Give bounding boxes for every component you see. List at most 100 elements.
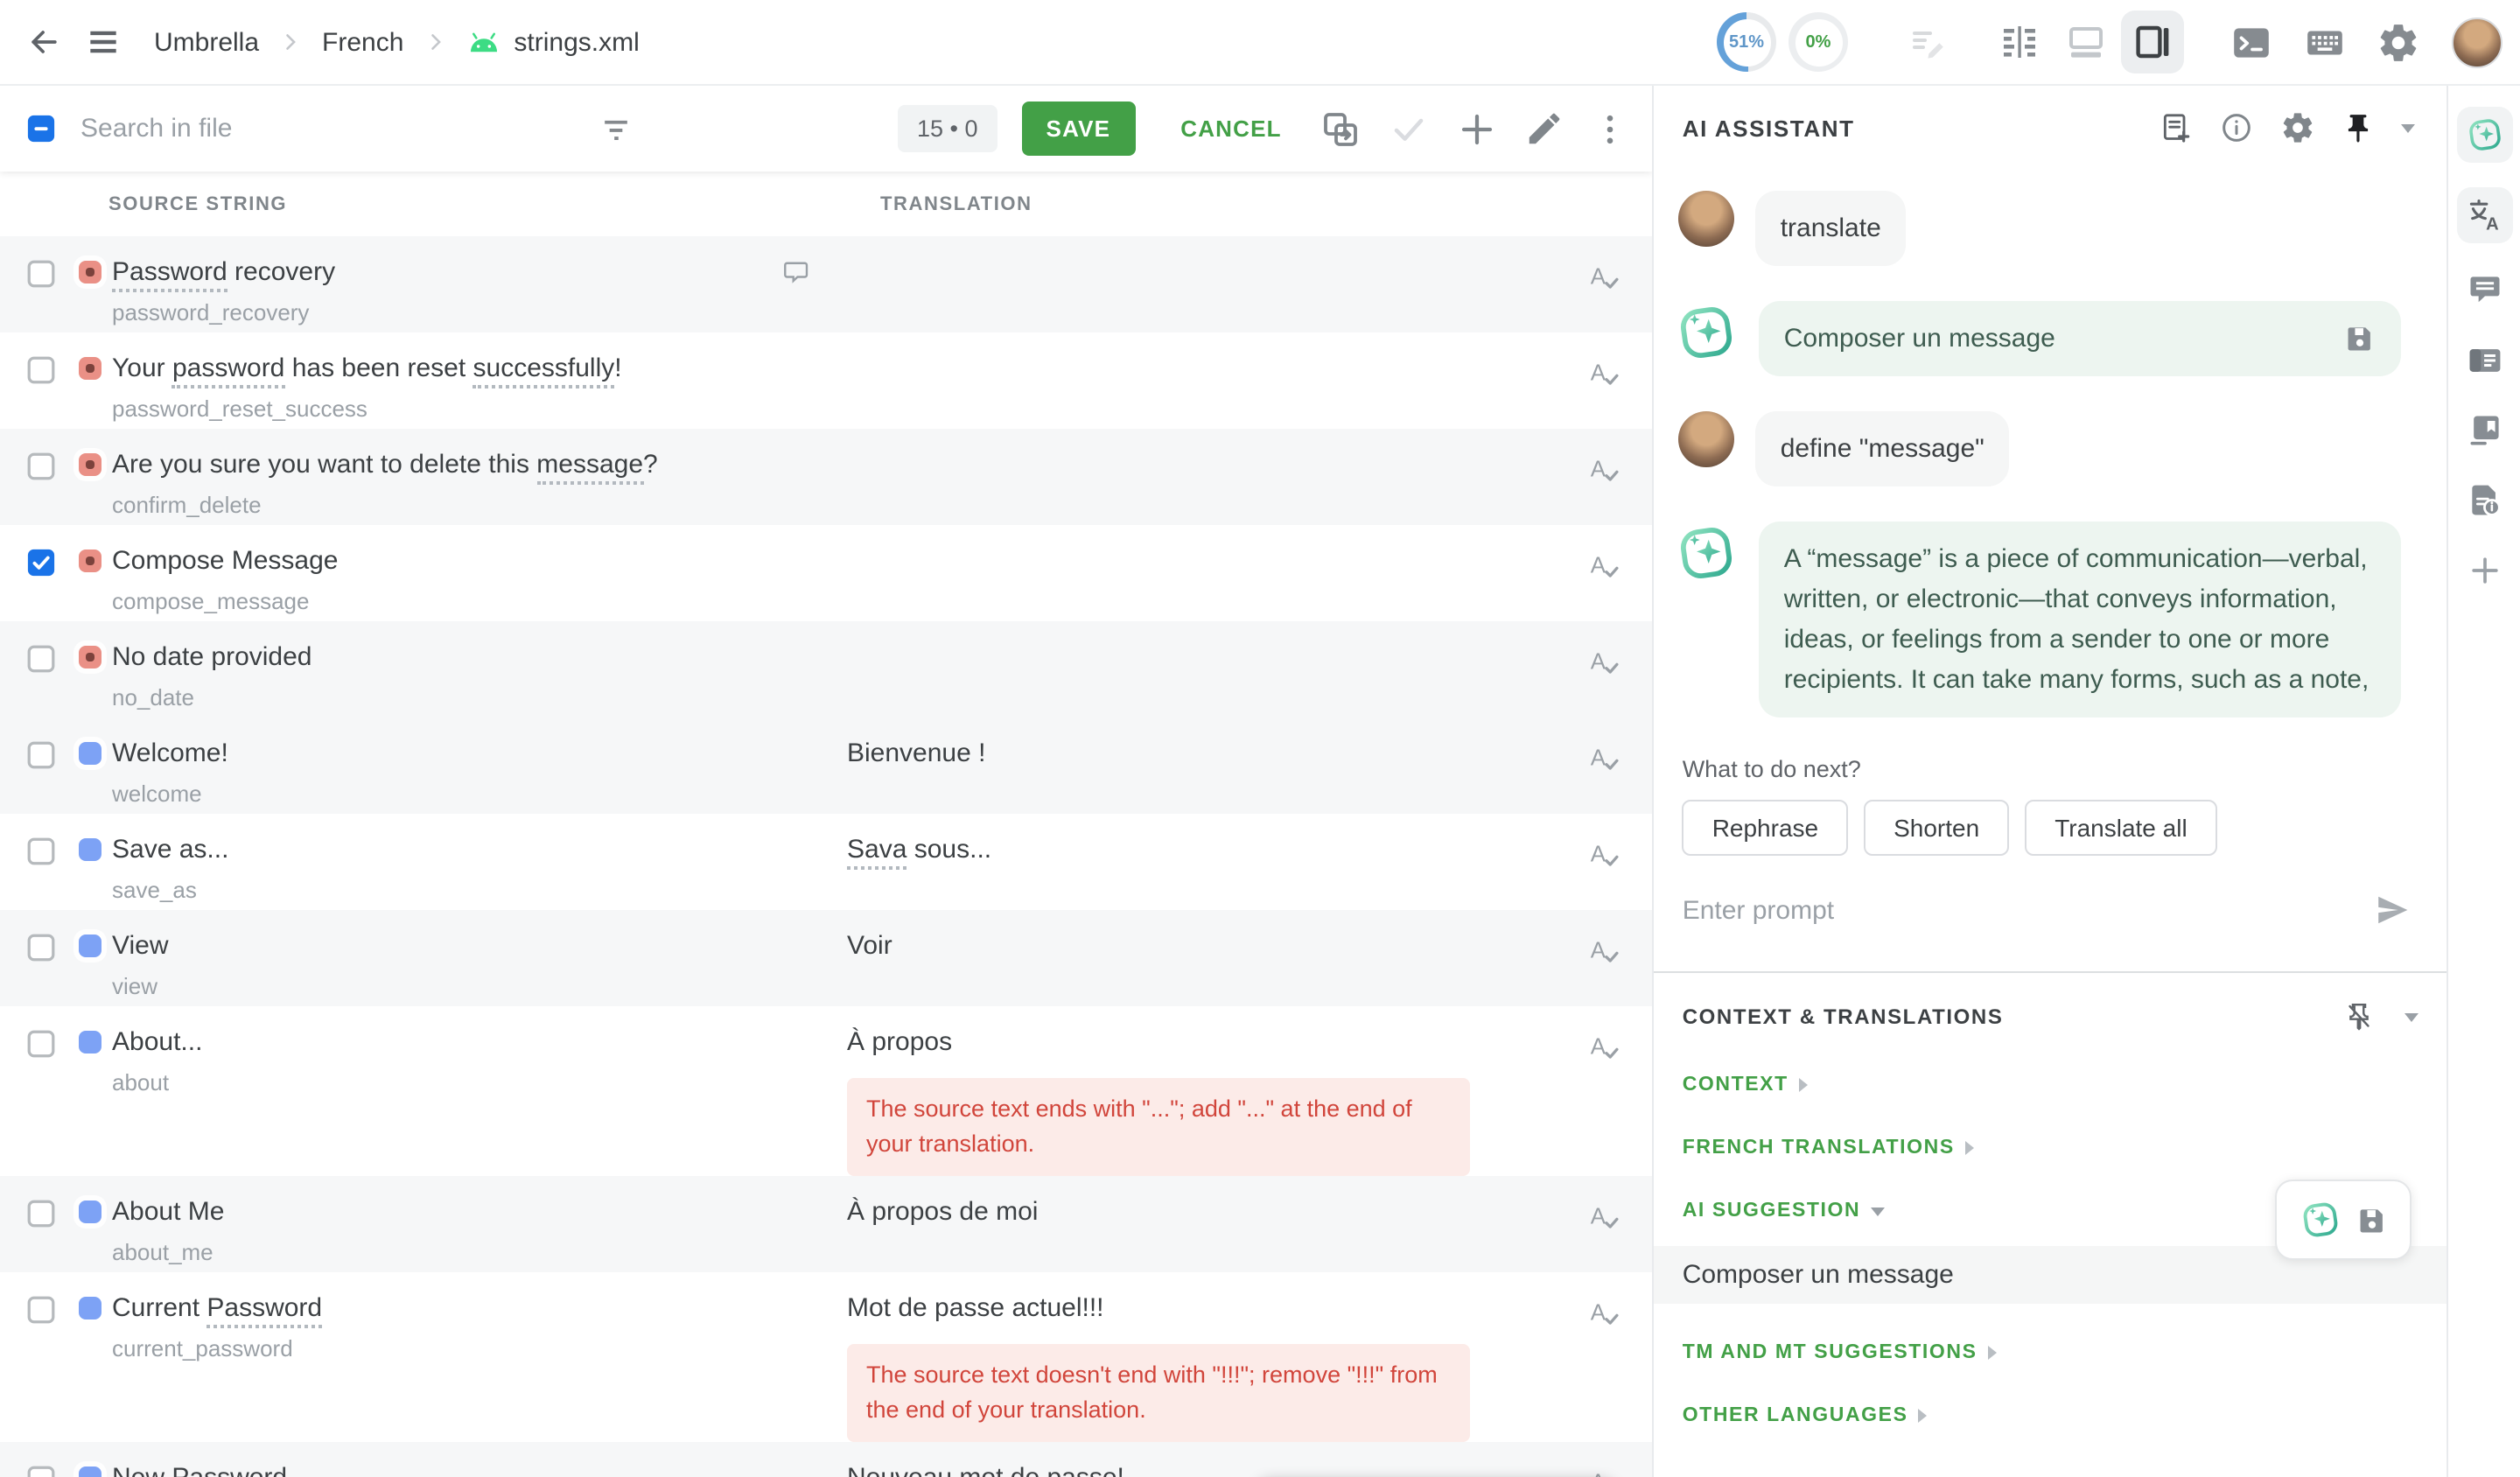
spellcheck-icon[interactable]: A [1586, 1465, 1623, 1477]
translation-text[interactable]: À propos [847, 1026, 1576, 1060]
unpin-icon[interactable] [2343, 1001, 2375, 1032]
spellcheck-icon[interactable]: A [1586, 836, 1623, 873]
tab-ai-assistant[interactable] [2456, 107, 2512, 163]
breadcrumb-project[interactable]: Umbrella [154, 27, 259, 57]
table-row[interactable]: Your password has been reset successfull… [0, 332, 1653, 429]
spellcheck-icon[interactable]: A [1586, 259, 1623, 296]
new-conversation-icon[interactable] [2158, 110, 2193, 145]
info-icon[interactable] [2219, 110, 2254, 145]
section-other-languages[interactable]: OTHER LANGUAGES [1683, 1405, 2418, 1426]
right-panel-view-icon[interactable] [2121, 10, 2184, 74]
tab-comments[interactable] [2456, 268, 2512, 313]
translation-text[interactable]: À propos de moi [847, 1195, 1576, 1230]
row-checkbox[interactable] [26, 548, 56, 578]
select-all-checkbox[interactable] [26, 114, 56, 144]
spellcheck-icon[interactable]: A [1586, 1295, 1623, 1332]
row-checkbox[interactable] [26, 836, 56, 866]
row-checkbox[interactable] [26, 1465, 56, 1477]
filter-icon[interactable] [597, 109, 635, 148]
row-checkbox[interactable] [26, 259, 56, 289]
table-row[interactable]: New Passwordnew_passwordNouveau mot de p… [0, 1442, 1653, 1477]
chevron-down-icon [1871, 1207, 1885, 1215]
string-key: about_me [112, 1239, 847, 1267]
user-avatar[interactable] [2452, 17, 2502, 67]
translation-text[interactable]: Mot de passe actuel!!! [847, 1292, 1576, 1326]
ai-sparkle-icon[interactable] [2299, 1199, 2341, 1241]
breadcrumb-file[interactable]: strings.xml [514, 27, 639, 57]
save-suggestion-icon[interactable] [2355, 1203, 2388, 1236]
svg-text:A: A [1591, 843, 1606, 867]
keyboard-icon[interactable] [2303, 20, 2347, 64]
translate-all-button[interactable]: Translate all [2025, 800, 2217, 856]
tab-screenshots[interactable] [2456, 408, 2512, 453]
section-context[interactable]: CONTEXT [1683, 1074, 2418, 1096]
table-row[interactable]: No date providedno_dateA [0, 621, 1653, 718]
save-button[interactable]: SAVE [1022, 102, 1136, 156]
collapse-caret-icon[interactable] [2401, 123, 2415, 132]
copy-source-icon[interactable] [1320, 108, 1362, 150]
translation-text[interactable]: Bienvenue ! [847, 737, 1576, 772]
spellcheck-icon[interactable]: A [1586, 740, 1623, 777]
pin-icon[interactable] [2342, 111, 2375, 144]
row-checkbox[interactable] [26, 1199, 56, 1228]
table-row[interactable]: Are you sure you want to delete this mes… [0, 429, 1653, 525]
tab-glossary[interactable] [2456, 338, 2512, 383]
translation-text[interactable]: Voir [847, 929, 1576, 964]
table-row[interactable]: Current Passwordcurrent_passwordMot de p… [0, 1272, 1653, 1442]
comment-icon[interactable] [780, 257, 812, 289]
section-french-translations[interactable]: FRENCH TRANSLATIONS [1683, 1138, 2418, 1158]
prompt-input[interactable]: Enter prompt [1683, 895, 2373, 925]
table-row[interactable]: About...aboutÀ proposThe source text end… [0, 1006, 1653, 1176]
tab-file-info[interactable] [2456, 478, 2512, 523]
spellcheck-icon[interactable]: A [1586, 548, 1623, 584]
row-checkbox[interactable] [26, 933, 56, 962]
menu-icon[interactable] [84, 23, 122, 61]
context-collapse-caret-icon[interactable] [2404, 1012, 2418, 1021]
save-message-icon[interactable] [2343, 322, 2376, 355]
spellcheck-icon[interactable]: A [1586, 644, 1623, 681]
draft-edit-icon[interactable] [1908, 21, 1950, 63]
terminal-icon[interactable] [2230, 20, 2273, 64]
spellcheck-icon[interactable]: A [1586, 1029, 1623, 1066]
translation-text[interactable]: Nouveau mot de passe! [847, 1461, 1576, 1477]
table-row[interactable]: Compose Messagecompose_messageA [0, 525, 1653, 621]
translation-text[interactable]: Sava sous... [847, 833, 1576, 868]
assistant-settings-gear-icon[interactable] [2280, 110, 2315, 145]
spellcheck-icon[interactable]: A [1586, 1199, 1623, 1236]
spellcheck-icon[interactable]: A [1586, 355, 1623, 392]
spellcheck-icon[interactable]: A [1586, 452, 1623, 488]
more-options-icon[interactable] [1592, 109, 1630, 148]
send-prompt-icon[interactable] [2373, 891, 2412, 929]
assistant-message: Composer un message [1679, 301, 2418, 376]
rephrase-button[interactable]: Rephrase [1683, 800, 1848, 856]
back-button[interactable] [24, 23, 63, 61]
section-tm-mt-suggestions[interactable]: TM AND MT SUGGESTIONS [1683, 1342, 2418, 1363]
side-by-side-view-icon[interactable] [1988, 10, 2051, 74]
add-panel-icon[interactable] [2456, 548, 2512, 593]
shorten-button[interactable]: Shorten [1864, 800, 2009, 856]
row-checkbox[interactable] [26, 1029, 56, 1059]
table-row[interactable]: Welcome!welcomeBienvenue !A [0, 718, 1653, 814]
add-string-icon[interactable] [1457, 108, 1499, 150]
row-checkbox[interactable] [26, 355, 56, 385]
edit-pencil-icon[interactable] [1525, 108, 1565, 149]
row-checkbox[interactable] [26, 1295, 56, 1325]
spellcheck-icon[interactable]: A [1586, 933, 1623, 970]
table-row[interactable]: ViewviewVoirA [0, 910, 1653, 1006]
approved-progress-ring: 0% [1788, 12, 1848, 72]
table-row[interactable]: Save as...save_asSava sous...A [0, 814, 1653, 910]
table-row[interactable]: About Meabout_meÀ propos de moiA [0, 1176, 1653, 1272]
tab-translations[interactable]: A [2456, 187, 2512, 243]
row-checkbox[interactable] [26, 740, 56, 770]
bottom-panel-view-icon[interactable] [2054, 10, 2118, 74]
breadcrumb-language[interactable]: French [322, 27, 403, 57]
row-checkbox[interactable] [26, 644, 56, 674]
row-checkbox[interactable] [26, 452, 56, 481]
cancel-button[interactable]: CANCEL [1170, 114, 1292, 144]
source-string: Welcome! [112, 737, 847, 772]
source-string: Your password has been reset successfull… [112, 352, 847, 387]
table-row[interactable]: Password recoverypassword_recoveryA [0, 236, 1653, 332]
search-input[interactable]: Search in file [80, 114, 492, 144]
settings-gear-icon[interactable] [2376, 20, 2420, 64]
approve-check-icon[interactable] [1389, 108, 1431, 150]
